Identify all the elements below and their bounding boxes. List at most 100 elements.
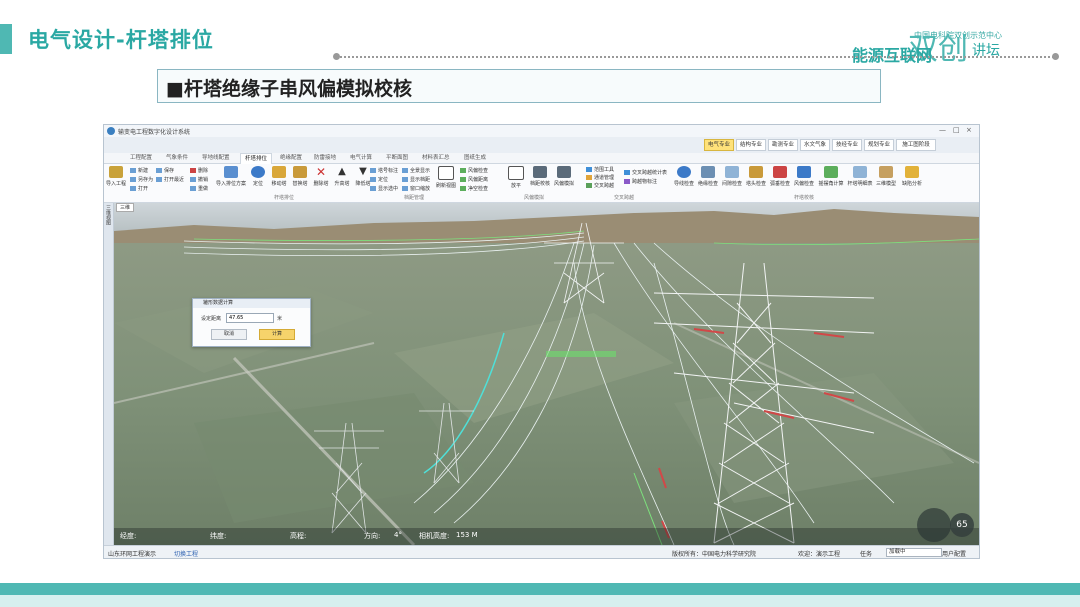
zoom-indicator[interactable]: 65 <box>950 513 974 537</box>
mode-cost[interactable]: 技经专业 <box>832 139 862 151</box>
compass-widget[interactable] <box>917 508 951 542</box>
close-button[interactable]: × <box>966 126 972 134</box>
up-arrow-icon: ▲ <box>338 166 346 177</box>
footer-band-light <box>0 595 1080 607</box>
new-button[interactable]: 新建 <box>130 167 148 174</box>
tab-conductor[interactable]: 导地线配置 <box>202 153 230 163</box>
hud-elevation: 高程: <box>290 532 307 540</box>
tab-project-config[interactable]: 工程配置 <box>130 153 152 163</box>
title-bar: 输变电工程数字化设计系统 — □ × <box>104 125 979 137</box>
windage-distance-button[interactable]: 风偏距离 <box>460 176 488 183</box>
switch-project-link[interactable]: 切换工程 <box>174 549 198 558</box>
tower-label-button[interactable]: 塔号标注 <box>370 167 398 174</box>
minimize-button[interactable]: — <box>939 126 946 134</box>
task-select[interactable]: 加载中 <box>886 548 942 557</box>
dialog-close-icon[interactable]: ✕ <box>203 299 307 308</box>
wind-check-button[interactable]: 风偏检查 <box>792 166 816 187</box>
new-icon <box>130 168 136 173</box>
calc-dialog: 地形数据计算 ✕ 设定距离 47.65 米 取消 计算 <box>192 298 311 347</box>
globe2-icon <box>677 166 691 178</box>
full-view-button[interactable]: 全景显示 <box>402 167 430 174</box>
flatten-button[interactable]: 放平 <box>504 166 528 189</box>
tab-weather[interactable]: 气象条件 <box>166 153 188 163</box>
distance-icon <box>460 177 466 182</box>
import-project-button[interactable]: 导入工程 <box>104 166 128 187</box>
slide-subtitle: ■杆塔绝缘子串风偏模拟校核 <box>166 78 412 100</box>
group-label-tower-check: 杆塔校核 <box>794 195 815 201</box>
cube-icon <box>879 166 893 178</box>
window-title: 输变电工程数字化设计系统 <box>118 129 191 136</box>
terrain-scene <box>114 203 979 545</box>
window-zoom-button[interactable]: 窗口缩放 <box>402 185 430 192</box>
3d-viewport[interactable]: 三维 地形数据计算 ✕ 设定距离 47.65 米 取消 计算 经度: 纬度: 高… <box>114 203 979 545</box>
show-selected-button[interactable]: 显示选中 <box>370 185 398 192</box>
stage-select[interactable]: 施工图阶段 <box>896 139 936 151</box>
tab-lightning[interactable]: 防雷接地 <box>314 153 336 163</box>
divider-dot-left <box>333 53 340 60</box>
mode-planning[interactable]: 规划专业 <box>864 139 894 151</box>
viewport-tab[interactable]: 三维 <box>116 203 135 212</box>
tab-insulation[interactable]: 绝缘配置 <box>280 153 302 163</box>
down-arrow-icon: ▼ <box>359 166 367 177</box>
ribbon-tabs: 工程配置 气象条件 导地线配置 杆塔排位 绝缘配置 防雷接地 电气计算 平断面图… <box>104 153 979 164</box>
copyright-text: 版权所有：中国电力科学研究院 <box>672 551 757 558</box>
defect-analysis-button[interactable]: 缺陷分析 <box>900 166 924 187</box>
mode-hydro[interactable]: 水文气象 <box>800 139 830 151</box>
open-icon <box>130 186 136 191</box>
undo-button[interactable]: 撤销 <box>190 176 208 183</box>
group-label-crossing: 交叉跨越 <box>614 195 635 201</box>
tab-materials[interactable]: 材料表汇总 <box>422 153 450 163</box>
clearance-check-button[interactable]: 净空检查 <box>460 185 488 192</box>
mode-structure[interactable]: 结构专业 <box>736 139 766 151</box>
folder-icon <box>109 166 123 178</box>
open-recent-button[interactable]: 打开最近 <box>156 176 184 183</box>
import-icon <box>224 166 238 178</box>
open-button[interactable]: 打开 <box>130 185 148 192</box>
recent-icon <box>156 177 162 182</box>
tab-profile[interactable]: 平断面图 <box>386 153 408 163</box>
save-button[interactable]: 保存 <box>156 167 174 174</box>
conductor-check-button[interactable]: 导线检查 <box>672 166 696 187</box>
save-as-button[interactable]: 另存为 <box>130 176 153 183</box>
user-config-button[interactable]: 用户配置 <box>942 549 966 558</box>
crossing-stats-button[interactable]: 交叉跨越统计表 <box>624 169 667 176</box>
tower-list-button[interactable]: 杆塔明细表 <box>846 166 874 187</box>
mode-survey[interactable]: 勘测专业 <box>768 139 798 151</box>
dialog-calc-button[interactable]: 计算 <box>259 329 295 340</box>
redo-button[interactable]: 重做 <box>190 185 208 192</box>
delete-x-icon: ✕ <box>315 165 327 179</box>
crossing-label-button[interactable]: 跨越物标注 <box>624 178 657 185</box>
show-span-button[interactable]: 显示档距 <box>402 176 430 183</box>
refresh-view-button[interactable]: 刷新视图 <box>434 166 458 189</box>
insulation-check-button[interactable]: 绝缘检查 <box>696 166 720 187</box>
windage-sim-button[interactable]: 风偏模拟 <box>552 166 576 187</box>
import-plan-button[interactable]: 导入排位方案 <box>216 166 246 187</box>
gap-check-button[interactable]: 间隙检查 <box>720 166 744 187</box>
dialog-cancel-button[interactable]: 取消 <box>211 329 247 340</box>
position-button[interactable]: 定位 <box>370 176 388 183</box>
windage-check-button[interactable]: 风偏检查 <box>460 167 488 174</box>
tab-tower-placement[interactable]: 杆塔排位 <box>240 153 273 164</box>
flag-icon <box>773 166 787 178</box>
delete-button[interactable]: 删除 <box>190 167 208 174</box>
undo-icon <box>190 177 196 182</box>
zoom-icon <box>402 186 408 191</box>
sag-check-button[interactable]: 弧垂检查 <box>768 166 792 187</box>
move-icon <box>272 166 286 178</box>
save-disk-icon <box>701 166 715 178</box>
3d-model-button[interactable]: 三维模型 <box>874 166 898 187</box>
distance-input[interactable]: 47.65 <box>226 313 274 323</box>
tab-drawings[interactable]: 图纸生成 <box>464 153 486 163</box>
app-window: 输变电工程数字化设计系统 — □ × 电气专业 结构专业 勘测专业 水文气象 技… <box>103 124 980 559</box>
span-check-button[interactable]: 档距校核 <box>528 166 552 187</box>
mode-electrical[interactable]: 电气专业 <box>704 139 734 151</box>
fullview-icon <box>402 168 408 173</box>
crossing-button[interactable]: 交叉跨越 <box>586 182 614 189</box>
tab-electrical-calc[interactable]: 电气计算 <box>350 153 372 163</box>
side-tab-3d[interactable]: 三维视图 <box>105 205 112 225</box>
maximize-button[interactable]: □ <box>953 126 960 134</box>
range-tool-button[interactable]: 范围工具 <box>586 166 614 173</box>
channel-manage-button[interactable]: 通道管理 <box>586 174 614 181</box>
tower-head-check-button[interactable]: 塔头检查 <box>744 166 768 187</box>
swing-angle-button[interactable]: 摇摆角计算 <box>816 166 846 187</box>
